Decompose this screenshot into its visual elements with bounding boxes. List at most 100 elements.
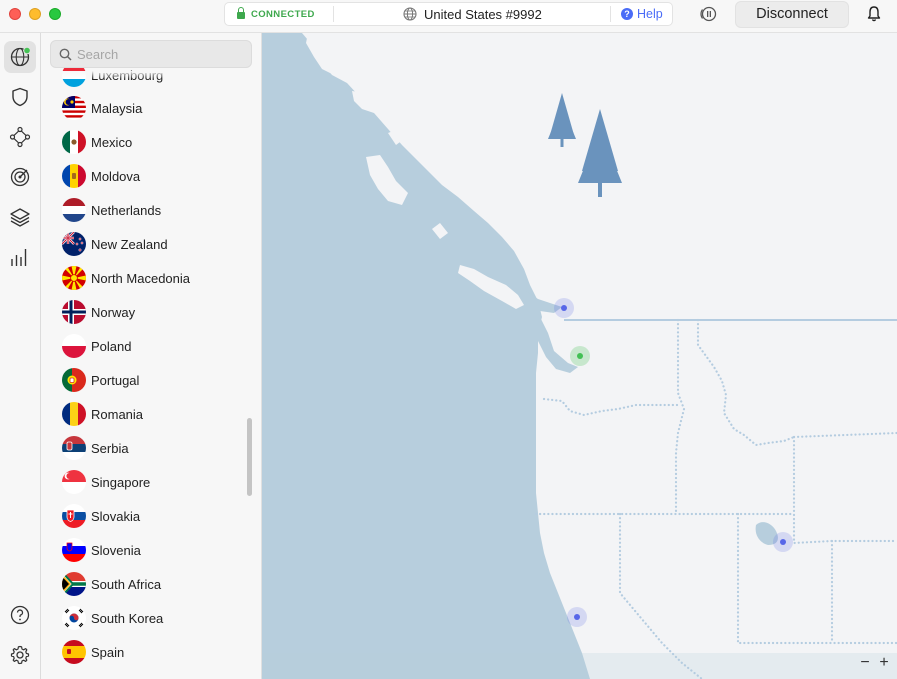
country-name: Slovakia [91,508,141,524]
layers-icon [10,208,30,227]
country-name: Singapore [91,474,151,490]
romania-flag-icon [62,402,86,426]
slovakia-flag-icon [62,504,86,528]
country-name: North Macedonia [91,270,190,286]
ocean [262,33,590,679]
meshnet-icon [9,126,31,148]
country-item-slovakia[interactable]: Slovakia [62,503,140,529]
singapore-flag-icon [62,470,86,494]
country-item-north-macedonia[interactable]: North Macedonia [62,265,190,291]
north-macedonia-flag-icon [62,266,86,290]
country-item-serbia[interactable]: Serbia [62,435,129,461]
netherlands-flag-icon [62,198,86,222]
lock-icon [237,7,245,19]
globe-icon [10,46,31,67]
rail-statistics-button[interactable] [4,241,36,273]
help-icon: ? [621,8,633,20]
country-name: New Zealand [91,236,168,252]
country-name: Poland [91,338,132,354]
rail-specialty-servers-button[interactable] [4,201,36,233]
state-border [792,435,897,545]
rail-help-button[interactable] [4,599,36,631]
country-list-panel: Luxembourg Malaysia Mexico Moldova Nethe… [41,33,262,679]
target-icon [10,167,30,187]
mexico-flag-icon [62,130,86,154]
south-korea-flag-icon [62,606,86,630]
country-item-romania[interactable]: Romania [62,401,143,427]
country-item-malaysia[interactable]: Malaysia [62,95,142,121]
country-name: Moldova [91,168,141,184]
zoom-controls: − + [860,655,889,671]
globe-icon [403,7,417,21]
norway-flag-icon [62,300,86,324]
state-border [542,397,680,417]
title-bar: CONNECTED United States #9992 ? Help Dis… [0,0,897,33]
country-item-new-zealand[interactable]: New Zealand [62,231,168,257]
country-item-spain[interactable]: Spain [62,639,124,665]
window-zoom-button[interactable] [49,8,61,20]
connection-status: CONNECTED [237,3,315,25]
slovenia-flag-icon [62,538,86,562]
serbia-flag-icon [62,436,86,460]
country-name: Malaysia [91,100,143,116]
south-africa-flag-icon [62,572,86,596]
window-minimize-button[interactable] [29,8,41,20]
country-item-norway[interactable]: Norway [62,299,135,325]
island [410,99,422,115]
map-view[interactable]: − + [262,33,897,679]
server-pin[interactable] [773,532,793,552]
rail-meshnet-button[interactable] [4,121,36,153]
zoom-in-button[interactable]: + [879,655,889,671]
search-input[interactable] [77,41,247,67]
pause-icon[interactable] [700,5,718,23]
window-close-button[interactable] [9,8,21,20]
country-item-netherlands[interactable]: Netherlands [62,197,161,223]
country-item-mexico[interactable]: Mexico [62,129,132,155]
malaysia-flag-icon [62,96,86,120]
country-name: Serbia [91,440,129,456]
country-name: Mexico [91,134,133,150]
country-item-poland[interactable]: Poland [62,333,131,359]
stats-icon [11,249,27,266]
country-name: Portugal [91,372,140,388]
state-border [674,318,686,515]
country-name: Slovenia [91,542,141,558]
connection-status-label: CONNECTED [251,8,315,20]
portugal-flag-icon [62,368,86,392]
current-server-label: United States #9992 [424,6,542,22]
map-canvas[interactable] [262,33,897,679]
country-item-singapore[interactable]: Singapore [62,469,150,495]
disconnect-button[interactable]: Disconnect [735,1,849,28]
divider [333,6,334,22]
server-pin[interactable] [554,298,574,318]
country-item-south-africa[interactable]: South Africa [62,571,161,597]
rail-countries-button[interactable] [4,41,36,73]
bell-icon[interactable] [866,5,882,23]
tree-icon [578,109,622,197]
country-item-south-korea[interactable]: South Korea [62,605,163,631]
server-pin[interactable] [567,607,587,627]
rail-dark-web-monitor-button[interactable] [4,161,36,193]
rail-settings-button[interactable] [4,639,36,671]
search-box[interactable] [50,40,252,68]
rail-threat-protection-button[interactable] [4,81,36,113]
settings-icon [10,645,30,665]
country-name: Netherlands [91,202,162,218]
country-item-moldova[interactable]: Moldova [62,163,140,189]
spain-flag-icon [62,640,86,664]
country-item-slovenia[interactable]: Slovenia [62,537,141,563]
state-border [792,431,897,439]
help-link[interactable]: ? Help [621,3,663,25]
connection-status-bar: CONNECTED United States #9992 ? Help [224,2,673,26]
divider [610,6,611,22]
moldova-flag-icon [62,164,86,188]
list-scrollbar[interactable] [247,418,252,496]
zoom-out-button[interactable]: − [860,655,870,671]
state-border [696,318,796,447]
country-name: Norway [91,304,136,320]
country-name: South Korea [91,610,164,626]
country-item-portugal[interactable]: Portugal [62,367,139,393]
current-server[interactable]: United States #9992 [403,3,542,25]
connected-server-pin[interactable] [570,346,590,366]
shield-icon [12,87,28,107]
